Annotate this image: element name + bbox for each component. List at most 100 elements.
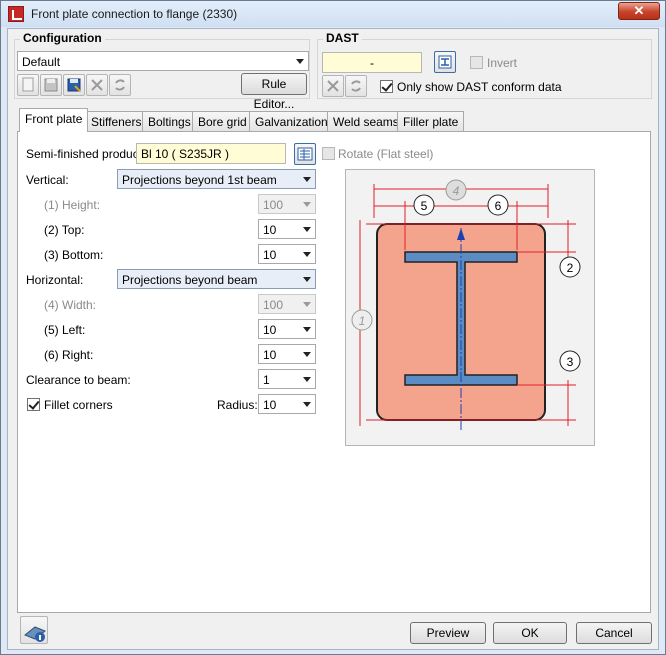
- refresh-config-button[interactable]: [109, 74, 131, 96]
- refresh-icon: [115, 79, 125, 91]
- delete-icon: [91, 79, 103, 91]
- tab-boltings[interactable]: Boltings: [142, 111, 197, 131]
- clearance-label: Clearance to beam:: [26, 373, 131, 387]
- chevron-down-icon: [303, 377, 311, 382]
- callout-2: 2: [559, 256, 581, 278]
- callout-5: 5: [413, 194, 435, 216]
- dast-title: DAST: [323, 31, 362, 45]
- radius-dropdown[interactable]: 10: [258, 394, 316, 414]
- callout-1: 1: [351, 309, 373, 331]
- catalog-icon: [297, 147, 313, 161]
- horizontal-dropdown[interactable]: Projections beyond beam: [117, 269, 316, 289]
- left-label: (5) Left:: [44, 323, 86, 337]
- chevron-down-icon: [303, 327, 311, 332]
- tab-stiffeners[interactable]: Stiffeners: [85, 111, 148, 131]
- close-button[interactable]: ✕: [618, 2, 660, 20]
- tab-front-plate[interactable]: Front plate: [19, 108, 89, 132]
- delete-icon: [327, 80, 339, 92]
- only-conform-label: Only show DAST conform data: [397, 80, 562, 94]
- bottom-dropdown[interactable]: 10: [258, 244, 316, 264]
- chevron-down-icon: [303, 277, 311, 282]
- dast-select-button[interactable]: [434, 51, 456, 73]
- width-label: (4) Width:: [44, 298, 97, 312]
- chevron-down-icon: [303, 202, 311, 207]
- callout-4: 4: [445, 179, 467, 201]
- preview-button[interactable]: Preview: [410, 622, 486, 644]
- app-icon: [8, 6, 24, 22]
- chevron-down-icon: [303, 352, 311, 357]
- invert-checkbox[interactable]: [470, 56, 483, 69]
- svg-text:3: 3: [567, 355, 574, 369]
- semi-finished-label: Semi-finished product:: [26, 147, 146, 161]
- dast-value: -: [370, 56, 374, 70]
- rotate-label: Rotate (Flat steel): [338, 147, 434, 161]
- callout-3: 3: [559, 350, 581, 372]
- window-title: Front plate connection to flange (2330): [31, 7, 238, 21]
- top-label: (2) Top:: [44, 223, 85, 237]
- right-value: 10: [263, 348, 277, 362]
- chevron-down-icon: [303, 227, 311, 232]
- svg-text:2: 2: [567, 261, 574, 275]
- save-as-config-button[interactable]: [63, 74, 85, 96]
- dast-delete-button[interactable]: [322, 75, 344, 97]
- beam-profile-icon: [438, 55, 452, 69]
- tab-weld-seams[interactable]: Weld seams: [327, 111, 405, 131]
- height-label: (1) Height:: [44, 198, 101, 212]
- right-label: (6) Right:: [44, 348, 94, 362]
- svg-text:1: 1: [359, 314, 366, 328]
- dialog-client: Configuration Default Rule Editor... DAS…: [7, 28, 659, 650]
- dast-refresh-button[interactable]: [345, 75, 367, 97]
- height-value: 100: [263, 198, 284, 212]
- callout-6: 6: [487, 194, 509, 216]
- fillet-checkbox[interactable]: [27, 398, 40, 411]
- rotate-checkbox[interactable]: [322, 147, 335, 160]
- vertical-label: Vertical:: [26, 173, 69, 187]
- semi-finished-value: Bl 10 ( S235JR ): [141, 147, 230, 161]
- invert-label: Invert: [487, 56, 518, 70]
- right-dropdown[interactable]: 10: [258, 344, 316, 364]
- radius-label: Radius:: [217, 398, 258, 412]
- left-value: 10: [263, 323, 277, 337]
- refresh-icon: [351, 80, 361, 92]
- delete-config-button[interactable]: [86, 74, 108, 96]
- configuration-dropdown[interactable]: Default: [17, 51, 309, 71]
- clearance-value: 1: [263, 373, 270, 387]
- radius-value: 10: [263, 398, 277, 412]
- vertical-selected: Projections beyond 1st beam: [122, 173, 277, 187]
- clearance-dropdown[interactable]: 1: [258, 369, 316, 389]
- beam-info-icon: [24, 626, 46, 642]
- chevron-down-icon: [303, 402, 311, 407]
- width-value: 100: [263, 298, 284, 312]
- top-value: 10: [263, 223, 277, 237]
- tab-bore-grid[interactable]: Bore grid: [192, 111, 253, 131]
- configuration-selected: Default: [22, 55, 61, 69]
- new-document-icon: [22, 77, 34, 92]
- dast-value-field[interactable]: -: [322, 52, 422, 73]
- configuration-title: Configuration: [20, 31, 105, 45]
- chevron-down-icon: [296, 59, 304, 64]
- only-conform-checkbox[interactable]: [380, 80, 393, 93]
- tab-filler-plate[interactable]: Filler plate: [397, 111, 465, 131]
- new-config-button[interactable]: [17, 74, 39, 96]
- save-config-button[interactable]: [40, 74, 62, 96]
- info-button[interactable]: [20, 616, 48, 644]
- width-dropdown[interactable]: 100: [258, 294, 316, 314]
- height-dropdown[interactable]: 100: [258, 194, 316, 214]
- chevron-down-icon: [303, 252, 311, 257]
- horizontal-label: Horizontal:: [26, 273, 84, 287]
- tab-galvanization[interactable]: Galvanization: [249, 111, 334, 131]
- ok-button[interactable]: OK: [493, 622, 567, 644]
- rule-editor-button[interactable]: Rule Editor...: [241, 73, 307, 111]
- chevron-down-icon: [303, 302, 311, 307]
- left-dropdown[interactable]: 10: [258, 319, 316, 339]
- front-plate-panel: Semi-finished product: Bl 10 ( S235JR ) …: [17, 131, 651, 613]
- cancel-button[interactable]: Cancel: [576, 622, 652, 644]
- chevron-down-icon: [303, 177, 311, 182]
- semi-finished-catalog-button[interactable]: [294, 143, 316, 165]
- top-dropdown[interactable]: 10: [258, 219, 316, 239]
- horizontal-selected: Projections beyond beam: [122, 273, 258, 287]
- semi-finished-field[interactable]: Bl 10 ( S235JR ): [136, 143, 286, 164]
- vertical-dropdown[interactable]: Projections beyond 1st beam: [117, 169, 316, 189]
- front-plate-diagram: 4 5 6 2 1 3: [345, 169, 595, 446]
- bottom-value: 10: [263, 248, 277, 262]
